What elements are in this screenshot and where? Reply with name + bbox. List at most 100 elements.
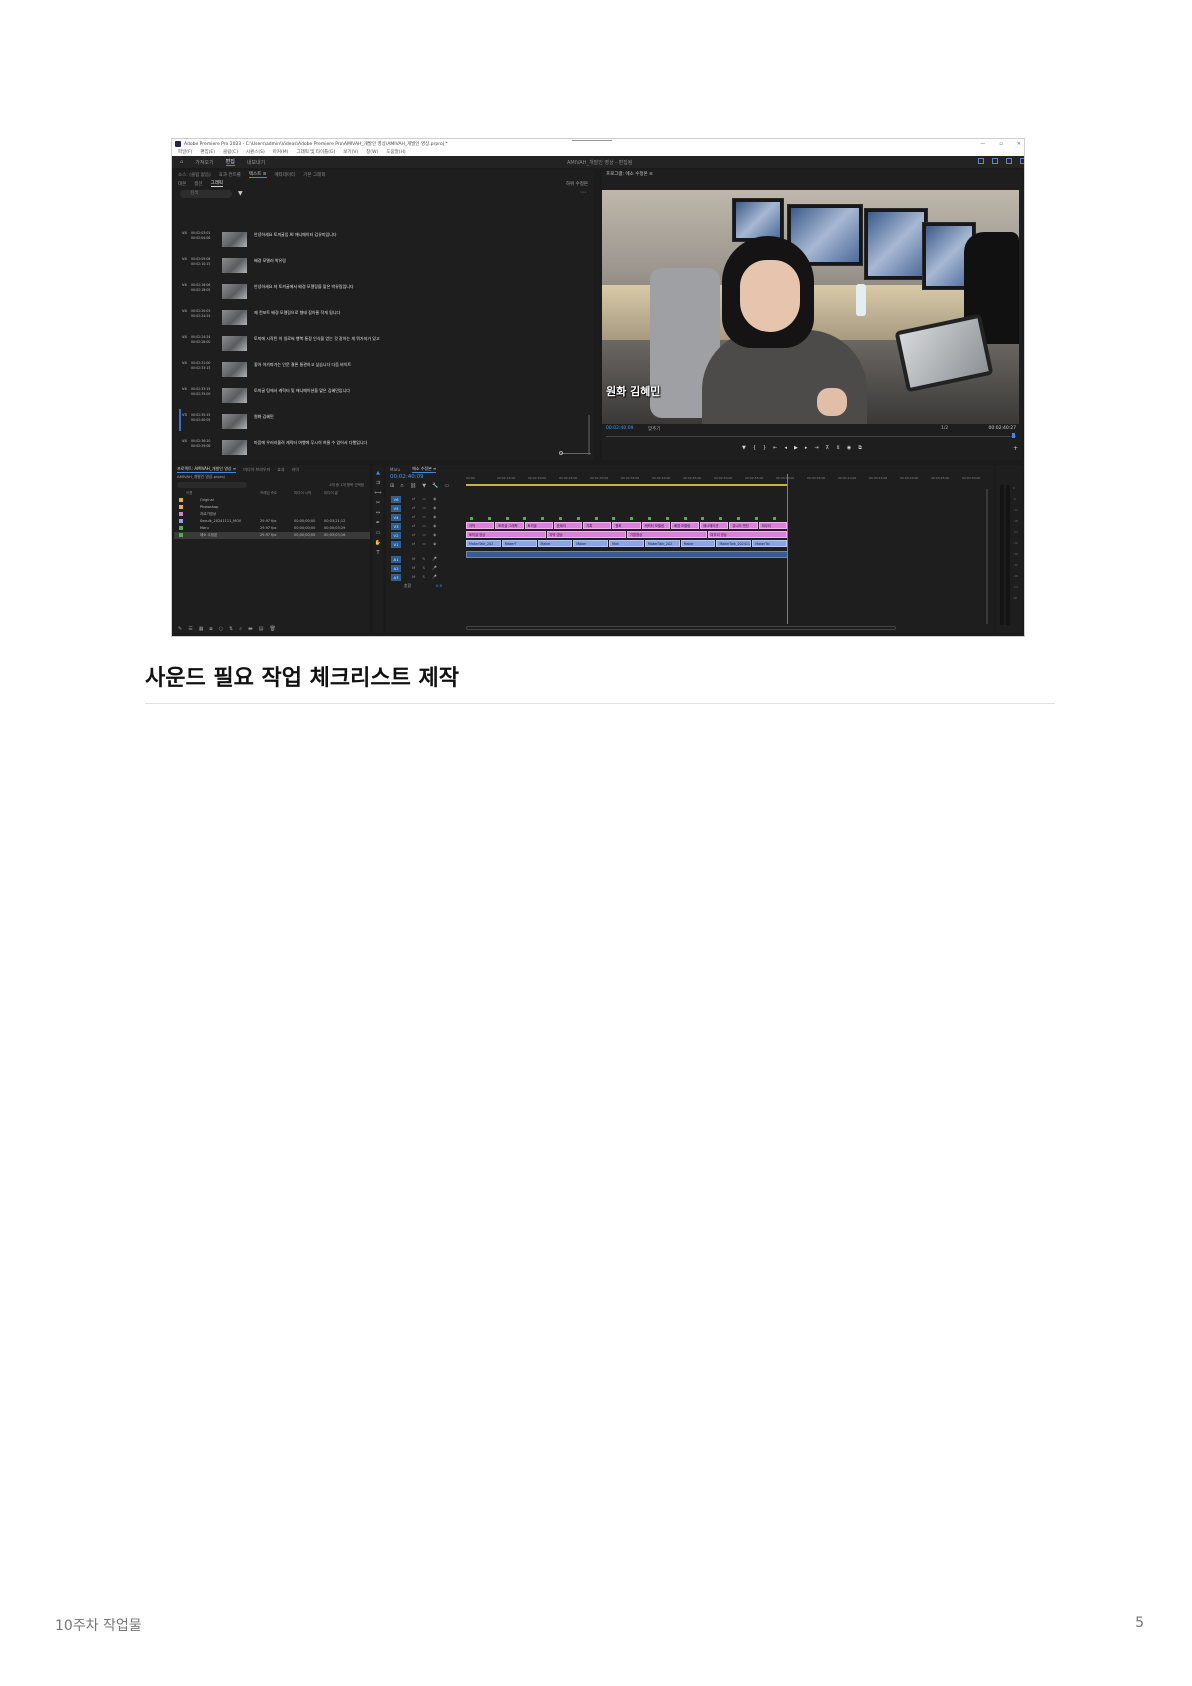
project-item[interactable]: Maru 29.97 fps 00;00;00;00 00;00;03;29 [174, 525, 370, 532]
track-label[interactable]: V1 [391, 541, 401, 548]
caption-text[interactable]: 안녕하세요 저 토끼굴에서 배경 모델링을 맡은 박유림입니다 [254, 284, 354, 290]
caption-text[interactable]: 좋아 아가파가는 인문 결론 통관하고 싶습니다 다음 바이트 [254, 362, 351, 368]
track-label[interactable]: V5 [391, 505, 401, 512]
compare-icon[interactable]: ⧉ [858, 445, 862, 451]
workspace-tab-edit[interactable]: 편집 [225, 158, 235, 166]
caption-row[interactable]: V3 00:02:35:15 00:02:40:05 원화 김혜민 [179, 409, 572, 431]
extract-icon[interactable]: ⊻ [836, 445, 840, 451]
sequence-tab-maru[interactable]: Maru [390, 467, 400, 472]
clip-marker[interactable] [754, 517, 758, 520]
razor-tool-icon[interactable]: ✂ [376, 500, 380, 506]
minimize-icon[interactable]: — [980, 141, 985, 147]
timeline-clip[interactable]: 캐릭터 모델링 [641, 522, 670, 529]
clip-marker[interactable] [719, 517, 723, 520]
button-editor-icon[interactable]: + [1013, 445, 1018, 452]
caption-text[interactable]: 마음에 우러러올려 캐릭터 여행에 무시히 허물 수 있어서 다행입니다 [254, 440, 367, 446]
label-color-swatch[interactable] [179, 519, 183, 523]
subtab-transcript[interactable]: 대본 [178, 181, 186, 187]
track-label[interactable]: A1 [391, 556, 401, 563]
menu-view[interactable]: 보기(V) [343, 149, 358, 155]
menu-window[interactable]: 창(W) [366, 149, 378, 155]
clip-marker[interactable] [487, 517, 491, 520]
label-color-swatch[interactable] [179, 498, 183, 502]
mark-in-icon[interactable]: { [753, 445, 756, 451]
timeline-clip[interactable]: 토끼굴 그래픽 [495, 522, 524, 529]
timeline-clip[interactable]: 유니티 엔진 [729, 522, 758, 529]
col-fps[interactable]: 프레임 속도 [260, 491, 277, 496]
pen-tool-icon[interactable]: ✒ [376, 520, 380, 526]
clip-marker[interactable] [541, 517, 545, 520]
maximize-icon[interactable]: ▫ [999, 141, 1002, 147]
audio-clip-strip[interactable] [466, 551, 788, 558]
new-item-icon[interactable]: ▤ [259, 626, 264, 632]
timeline-clip[interactable]: MakerTal [752, 540, 787, 547]
mark-out-icon[interactable]: } [763, 445, 766, 451]
video-track-header[interactable]: V4 ⇄ ▭ ◉ [386, 513, 466, 522]
step-back-icon[interactable]: ◂ [784, 445, 787, 451]
timeline-clip[interactable]: Maker [537, 540, 573, 547]
caption-row[interactable]: V4 00:02:33:15 00:02:35:00 토끼굴 팀에서 캐릭터 및 애니… [182, 387, 572, 403]
snap-icon[interactable]: ∩ [400, 483, 404, 489]
tab-library[interactable]: 라이 [292, 467, 299, 473]
more-options-icon[interactable]: ⋯ [580, 189, 586, 196]
track-label[interactable]: A3 [391, 574, 401, 581]
video-track-header[interactable]: V2 ⇄ ▭ ◉ [386, 531, 466, 540]
track-toggle-icons[interactable]: ⇄ ▭ ◉ [412, 496, 440, 501]
tab-media-browser[interactable]: 미디어 브라우저 [243, 467, 270, 473]
timeline-ruler[interactable]: 00:00 00:02:15:00 00:02:20:00 00:02:25:00 00… [466, 476, 994, 484]
workspaces-icon[interactable] [978, 158, 984, 164]
timeline-clip[interactable]: 기업영상 [627, 531, 707, 538]
timeline-vertical-scrollbar[interactable] [986, 489, 988, 624]
new-bin-icon[interactable]: ▬ [248, 626, 253, 632]
program-video-frame[interactable]: 원화 김혜민 [602, 190, 1019, 424]
menu-edit[interactable]: 편집(E) [200, 149, 215, 155]
resolution-select[interactable]: 1/2 [941, 426, 948, 431]
clip-marker[interactable] [648, 517, 651, 520]
timeline-clip[interactable]: 마무리 영상 [707, 531, 787, 538]
add-marker-timeline-icon[interactable]: ▼ [422, 483, 426, 489]
clip-marker[interactable] [612, 517, 616, 520]
share-icon[interactable] [992, 158, 998, 164]
audio-track-header[interactable]: A1 M S 🎤 [386, 555, 466, 564]
video-track-header[interactable]: V1 ⇄ ▭ ◉ [386, 540, 466, 549]
label-color-swatch[interactable] [179, 505, 183, 509]
clip-marker[interactable] [772, 517, 776, 520]
clip-marker[interactable] [701, 517, 705, 520]
audio-track-header[interactable]: A3 M S 🎤 [386, 573, 466, 582]
program-scrub-bar[interactable] [606, 436, 1016, 440]
write-protect-icon[interactable]: ✎ [178, 626, 182, 632]
subtab-graphics[interactable]: 그래픽 [210, 180, 223, 187]
project-item[interactable]: 자르기영상 [174, 511, 370, 518]
find-icon[interactable]: ⌕ [239, 626, 242, 632]
ripple-edit-tool-icon[interactable]: ⟺ [374, 490, 381, 496]
workspace-tab-import[interactable]: 가져오기 [195, 159, 213, 166]
menu-marker[interactable]: 마커(M) [273, 149, 289, 155]
subtab-captions[interactable]: 캡션 [194, 181, 202, 187]
program-playhead[interactable] [1012, 433, 1015, 438]
zoom-fit-select[interactable]: 맞추기 [648, 426, 660, 432]
caption-row[interactable]: V4 00:02:24:24 00:02:28:00 토끼에 시작된 이 일로써 행복… [182, 335, 572, 351]
timeline-clip[interactable]: 자막 [466, 522, 495, 529]
track-label[interactable]: V6 [391, 496, 401, 503]
workspace-tab-export[interactable]: 내보내기 [247, 159, 265, 166]
tab-text[interactable]: 텍스트 ≡ [248, 171, 267, 178]
track-select-tool-icon[interactable]: ⇉ [376, 480, 380, 486]
timeline-clip[interactable]: Mak [609, 540, 644, 547]
caption-scrollbar[interactable] [588, 415, 590, 455]
timeline-clip[interactable]: 원화 [612, 522, 641, 529]
project-item[interactable]: Seoulk_20241111_MOV 29.97 fps 00;00;00;00 0… [174, 518, 370, 525]
track-toggle-icons[interactable]: ⇄ ▭ ◉ [412, 505, 440, 510]
menu-sequence[interactable]: 시퀀스(S) [246, 149, 265, 155]
timeline-clip[interactable]: Maker [573, 540, 609, 547]
filter-icon[interactable]: ▼ [238, 190, 243, 197]
thumbnail-size-slider[interactable] [561, 453, 591, 454]
type-tool-icon[interactable]: T [376, 550, 379, 556]
thumbnail-size-knob[interactable] [559, 451, 563, 455]
caption-row[interactable]: V4 00:02:09:06 00:02:10:15 배경 모델러 박유림 [182, 257, 572, 273]
mix-value[interactable]: 0.0 [436, 583, 442, 588]
video-track-header[interactable]: V5 ⇄ ▭ ◉ [386, 504, 466, 513]
caption-text[interactable]: 토끼굴 팀에서 캐릭터 및 애니메이션을 맡은 김혜민입니다 [254, 388, 350, 394]
tab-metadata[interactable]: 메타데이터 [275, 172, 296, 178]
hand-tool-icon[interactable]: ✋ [375, 540, 381, 546]
freeform-view-icon[interactable]: ⧈ [209, 626, 212, 632]
